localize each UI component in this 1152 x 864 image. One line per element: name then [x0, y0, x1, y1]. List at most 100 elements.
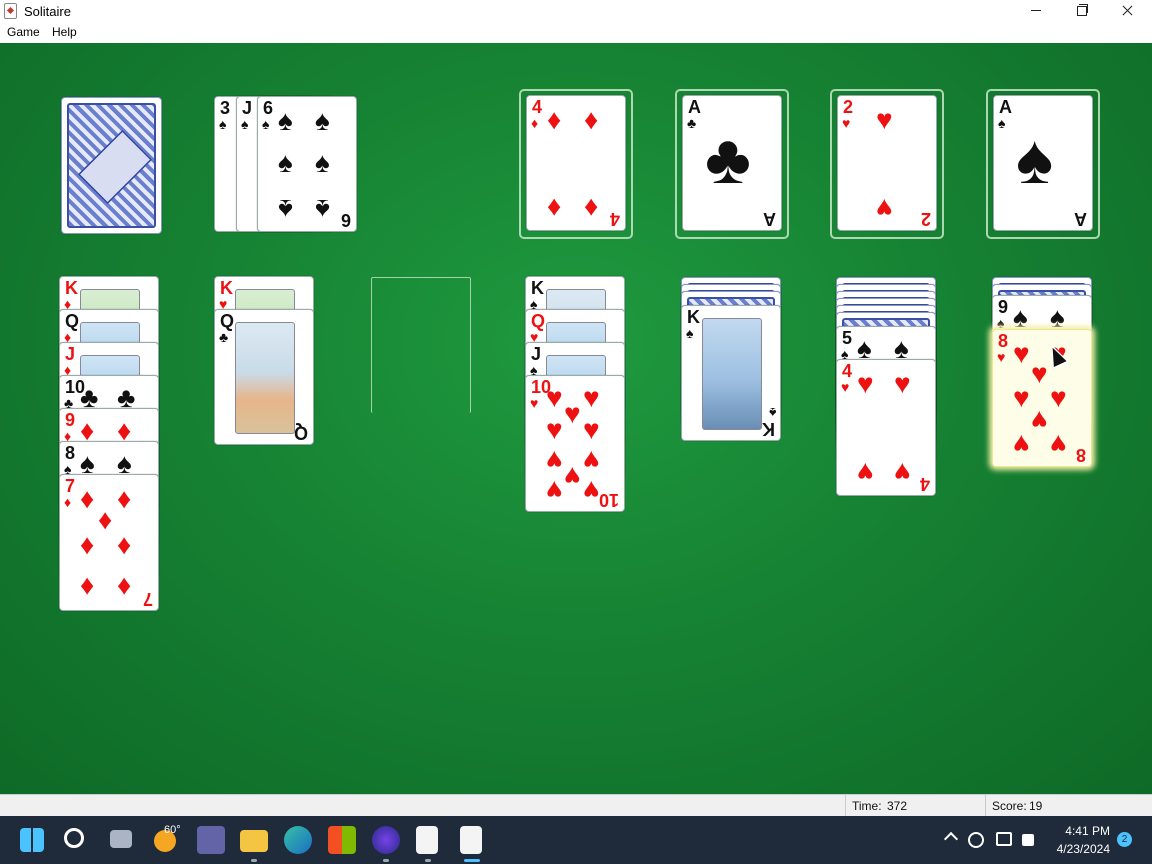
card-rank: 5 — [842, 328, 853, 348]
search-icon[interactable] — [64, 828, 84, 848]
card-rank: A — [1074, 209, 1087, 229]
card-pip: ♦ — [80, 572, 95, 603]
card-suit: ♥ — [997, 349, 1006, 365]
card-pip: ♥ — [1050, 382, 1067, 413]
task-view-icon[interactable] — [110, 830, 132, 848]
card-rank: 4 — [842, 361, 853, 381]
tableau-card[interactable]: 4 ♥ ♥ ♥ ♥ ♥ 4 — [836, 359, 936, 496]
card-rank: 2 — [843, 97, 854, 117]
tableau-card[interactable]: Q ♣ Q — [214, 309, 314, 445]
status-divider — [985, 795, 986, 817]
minimize-button[interactable] — [1013, 0, 1059, 22]
card-pip: ♥ — [1031, 358, 1048, 389]
card-pip: ♠ — [315, 147, 330, 178]
waste-top-card[interactable]: 6 ♠ ♠ ♠ ♠ ♠ ♠ ♠ 6 — [257, 96, 357, 232]
card-rank: K — [220, 278, 233, 298]
foundation-clubs[interactable]: A ♣ ♣ A — [682, 95, 782, 231]
card-pip: ♦ — [117, 483, 132, 514]
foundation-spades[interactable]: A ♠ ♠ A — [993, 95, 1093, 231]
clock-date[interactable]: 4/23/2024 — [1046, 842, 1110, 856]
time-value: 372 — [887, 799, 908, 813]
status-divider — [845, 795, 846, 817]
notification-badge[interactable]: 2 — [1117, 832, 1132, 847]
card-rank: K — [762, 419, 775, 439]
card-suit: ♣ — [687, 115, 697, 131]
card-rank: J — [242, 98, 253, 118]
stock-pile[interactable] — [61, 97, 162, 234]
card-pip: ♠ — [1050, 302, 1065, 333]
chevron-up-icon[interactable] — [943, 831, 959, 847]
card-pip: ♥ — [1013, 429, 1030, 460]
sync-icon[interactable] — [968, 832, 984, 848]
card-rank: Q — [531, 311, 546, 331]
card-pip: ♠ — [315, 194, 330, 225]
score-value: 19 — [1029, 799, 1043, 813]
close-button[interactable] — [1104, 0, 1150, 22]
card-rank: J — [65, 344, 76, 364]
card-suit: ♠ — [219, 116, 227, 132]
volume-muted-icon[interactable] — [1022, 834, 1034, 846]
spade-icon: ♠ — [1016, 120, 1054, 198]
card-suit: ♠ — [998, 115, 1006, 131]
card-pip: ♠ — [315, 105, 330, 136]
time-label: Time: — [852, 799, 882, 813]
teams-chat-icon[interactable] — [197, 826, 225, 854]
restore-button[interactable] — [1058, 0, 1104, 22]
solitaire-active-taskbar-icon[interactable] — [460, 826, 482, 854]
card-pip: ♥ — [583, 382, 600, 413]
edge-browser-icon[interactable] — [284, 826, 312, 854]
card-rank: K — [65, 278, 78, 298]
taskbar: 60° 4:41 PM 4/23/2024 — [0, 816, 1152, 864]
card-pip: ♥ — [564, 398, 581, 429]
card-rank: K — [531, 278, 544, 298]
menu-help[interactable]: Help — [52, 25, 77, 39]
clock-time[interactable]: 4:41 PM — [1050, 824, 1110, 838]
card-rank: Q — [220, 311, 235, 331]
foundation-diamonds[interactable]: 4 ♦ ♦ ♦ ♦ ♦ 4 — [526, 95, 626, 231]
file-explorer-icon[interactable] — [240, 830, 268, 852]
card-rank: 2 — [920, 209, 931, 229]
card-rank: 4 — [919, 474, 930, 494]
card-suit: ♥ — [842, 115, 851, 131]
card-rank: 10 — [598, 490, 619, 510]
card-pip: ♥ — [546, 475, 563, 506]
card-rank: 6 — [340, 210, 351, 230]
card-suit: ♥ — [530, 395, 539, 411]
card-pip: ♥ — [894, 457, 911, 488]
card-face-art — [235, 322, 295, 434]
card-pip: ♥ — [1031, 405, 1048, 436]
card-rank: Q — [65, 311, 80, 331]
selected-card[interactable]: 8 ♥ ♥ ♥ ♥ ♥ ♥ ♥ ♥ ♥ 8 — [992, 329, 1092, 467]
card-pip: ♥ — [546, 414, 563, 445]
foundation-hearts[interactable]: 2 ♥ ♥ ♥ 2 — [837, 95, 937, 231]
taskbar-indicator — [251, 859, 257, 862]
tableau-card[interactable]: 7 ♦ ♦ ♦ ♦ ♦ ♦ ♦ ♦ 7 — [59, 474, 159, 611]
card-rank: A — [763, 209, 776, 229]
tableau-card[interactable]: 10 ♥ ♥ ♥ ♥ ♥ ♥ ♥ ♥ ♥ ♥ ♥ 10 — [525, 375, 625, 512]
card-rank: 7 — [142, 589, 153, 609]
taskbar-indicator — [425, 859, 431, 862]
card-pip: ♥ — [546, 445, 563, 476]
solitaire-taskbar-icon[interactable] — [416, 826, 438, 854]
menu-game[interactable]: Game — [7, 25, 40, 39]
card-rank: 4 — [532, 97, 543, 117]
windows-start-icon[interactable] — [20, 828, 44, 852]
card-suit: ♦ — [531, 115, 539, 131]
card-pip: ♦ — [584, 193, 599, 224]
microsoft-store-icon[interactable] — [328, 826, 356, 854]
network-icon[interactable] — [996, 832, 1012, 846]
tableau-card[interactable]: K ♠ ♠ K — [681, 305, 781, 441]
taskbar-active-indicator — [464, 859, 480, 862]
card-rank: 9 — [65, 410, 76, 430]
card-pip: ♥ — [564, 461, 581, 492]
empty-tableau-slot[interactable] — [371, 277, 471, 413]
firefox-icon[interactable] — [372, 826, 400, 854]
card-back-pattern — [67, 103, 156, 228]
card-pip: ♦ — [80, 483, 95, 514]
card-rank: 4 — [609, 209, 620, 229]
card-pip: ♥ — [876, 104, 893, 135]
card-pip: ♥ — [857, 368, 874, 399]
card-pip: ♠ — [278, 194, 293, 225]
score-label: Score: — [992, 799, 1027, 813]
card-suit: ♥ — [841, 379, 850, 395]
